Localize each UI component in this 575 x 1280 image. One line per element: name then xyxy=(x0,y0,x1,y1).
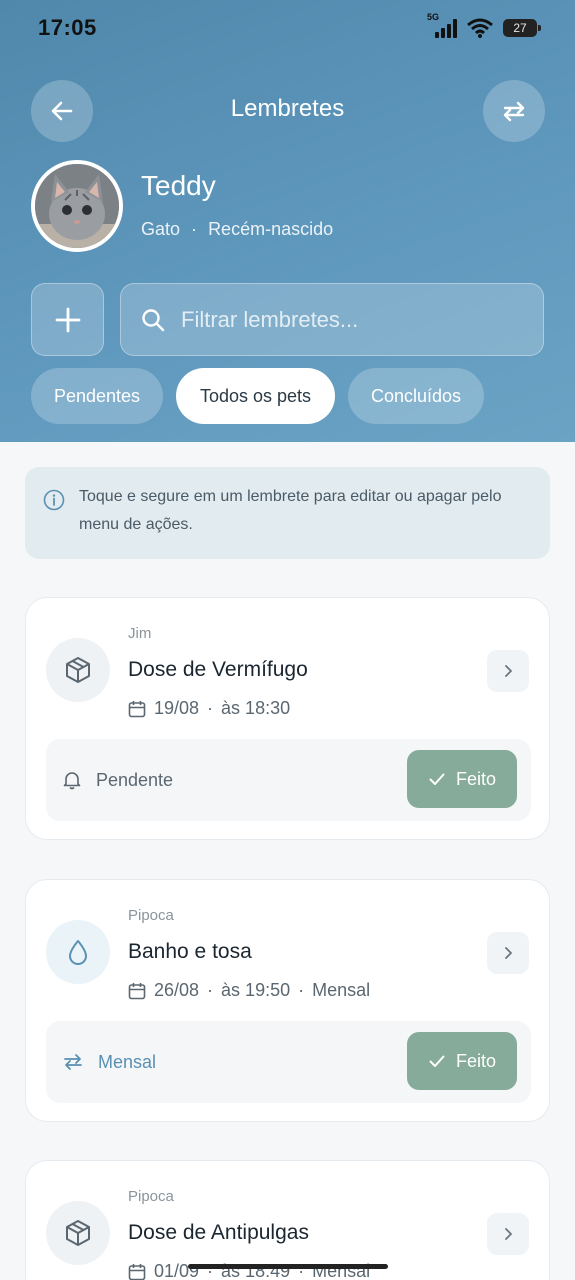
reminder-owner: Jim xyxy=(128,625,152,642)
chip-label: Pendentes xyxy=(53,385,141,406)
reminder-type xyxy=(46,638,110,702)
repeat-icon xyxy=(64,1054,82,1070)
home-indicator[interactable] xyxy=(188,1264,388,1269)
reminder-time: às 19:50 xyxy=(221,980,291,1000)
reminder-footer: Mensal Feito xyxy=(46,1021,531,1103)
open-reminder-button[interactable] xyxy=(487,650,529,692)
reminder-card[interactable]: Jim Dose de Vermífugo 19/08 · às 18:30 P… xyxy=(25,597,550,840)
check-icon xyxy=(429,1055,445,1067)
reminder-card[interactable]: Pipoca Dose de Antipulgas 01/09 · às 18:… xyxy=(25,1160,550,1280)
cat-photo-icon xyxy=(35,164,119,248)
signal-icon: 5G xyxy=(427,12,457,38)
meta-separator: · xyxy=(207,698,214,718)
done-label: Feito xyxy=(455,768,497,789)
drop-icon xyxy=(69,940,87,965)
status-icons: 5G 27 xyxy=(427,12,541,38)
meta-separator: · xyxy=(191,219,198,239)
mark-done-button[interactable]: Feito xyxy=(407,750,517,808)
add-reminder-button[interactable] xyxy=(31,283,104,356)
reminder-title: Dose de Vermífugo xyxy=(128,658,308,681)
chip-label: Todos os pets xyxy=(199,385,312,406)
reminder-status: Mensal xyxy=(98,1051,157,1072)
battery-level: 27 xyxy=(513,21,527,35)
reminder-status: Pendente xyxy=(96,769,174,790)
meta-separator: · xyxy=(298,980,305,1000)
chevron-right-icon xyxy=(505,947,512,959)
status-bar: 17:05 5G 27 xyxy=(0,0,575,56)
reminder-type xyxy=(46,1201,110,1265)
calendar-icon xyxy=(128,982,146,999)
network-label: 5G xyxy=(427,12,440,22)
pet-avatar[interactable] xyxy=(31,160,123,252)
open-reminder-button[interactable] xyxy=(487,1213,529,1255)
open-reminder-button[interactable] xyxy=(487,932,529,974)
reminder-title: Banho e tosa xyxy=(128,940,252,963)
box-icon xyxy=(66,657,90,683)
pet-age: Recém-nascido xyxy=(208,219,334,239)
reminder-owner: Pipoca xyxy=(128,1188,174,1205)
pet-meta: Gato · Recém-nascido xyxy=(141,219,333,240)
chip-pendentes[interactable]: Pendentes xyxy=(31,368,163,424)
header: 17:05 5G 27 Lembretes Teddy Gato · Recém… xyxy=(0,0,575,442)
search-box[interactable] xyxy=(120,283,544,356)
battery-icon: 27 xyxy=(503,19,541,37)
calendar-icon xyxy=(128,1263,146,1280)
wifi-icon xyxy=(467,18,493,38)
reminder-date: 19/08 xyxy=(154,698,200,718)
status-time: 17:05 xyxy=(38,15,97,40)
search-icon xyxy=(142,308,165,331)
reminder-footer: Pendente Feito xyxy=(46,739,531,821)
reminder-card[interactable]: Pipoca Banho e tosa 26/08 · às 19:50 · M… xyxy=(25,879,550,1122)
pet-species: Gato xyxy=(141,219,181,239)
check-icon xyxy=(429,773,445,785)
plus-icon xyxy=(55,307,80,332)
chevron-right-icon xyxy=(505,665,512,677)
pet-name: Teddy xyxy=(141,170,216,201)
reminder-date: 26/08 xyxy=(154,980,200,1000)
info-banner: Toque e segure em um lembrete para edita… xyxy=(25,467,550,559)
info-text: Toque e segure em um lembrete para edita… xyxy=(79,488,502,533)
search-input[interactable] xyxy=(181,306,501,333)
chip-concluidos[interactable]: Concluídos xyxy=(348,368,484,424)
reminder-when: 26/08 · às 19:50 · Mensal xyxy=(128,980,370,1001)
reminder-owner: Pipoca xyxy=(128,907,174,924)
done-label: Feito xyxy=(455,1050,497,1071)
reminder-type xyxy=(46,920,110,984)
reminder-title: Dose de Antipulgas xyxy=(128,1221,309,1244)
mark-done-button[interactable]: Feito xyxy=(407,1032,517,1090)
bell-icon xyxy=(63,772,81,790)
reminder-when: 19/08 · às 18:30 xyxy=(128,698,290,719)
reminder-time: às 18:30 xyxy=(221,698,291,718)
chip-label: Concluídos xyxy=(370,385,462,406)
chip-todos-os-pets[interactable]: Todos os pets xyxy=(176,368,335,424)
box-icon xyxy=(66,1220,90,1246)
chevron-right-icon xyxy=(505,1228,512,1240)
info-icon xyxy=(43,489,65,511)
reminder-recurrence: Mensal xyxy=(312,980,371,1000)
swap-icon xyxy=(503,101,525,122)
calendar-icon xyxy=(128,700,146,717)
switch-pet-button[interactable] xyxy=(483,80,545,142)
meta-separator: · xyxy=(207,980,214,1000)
